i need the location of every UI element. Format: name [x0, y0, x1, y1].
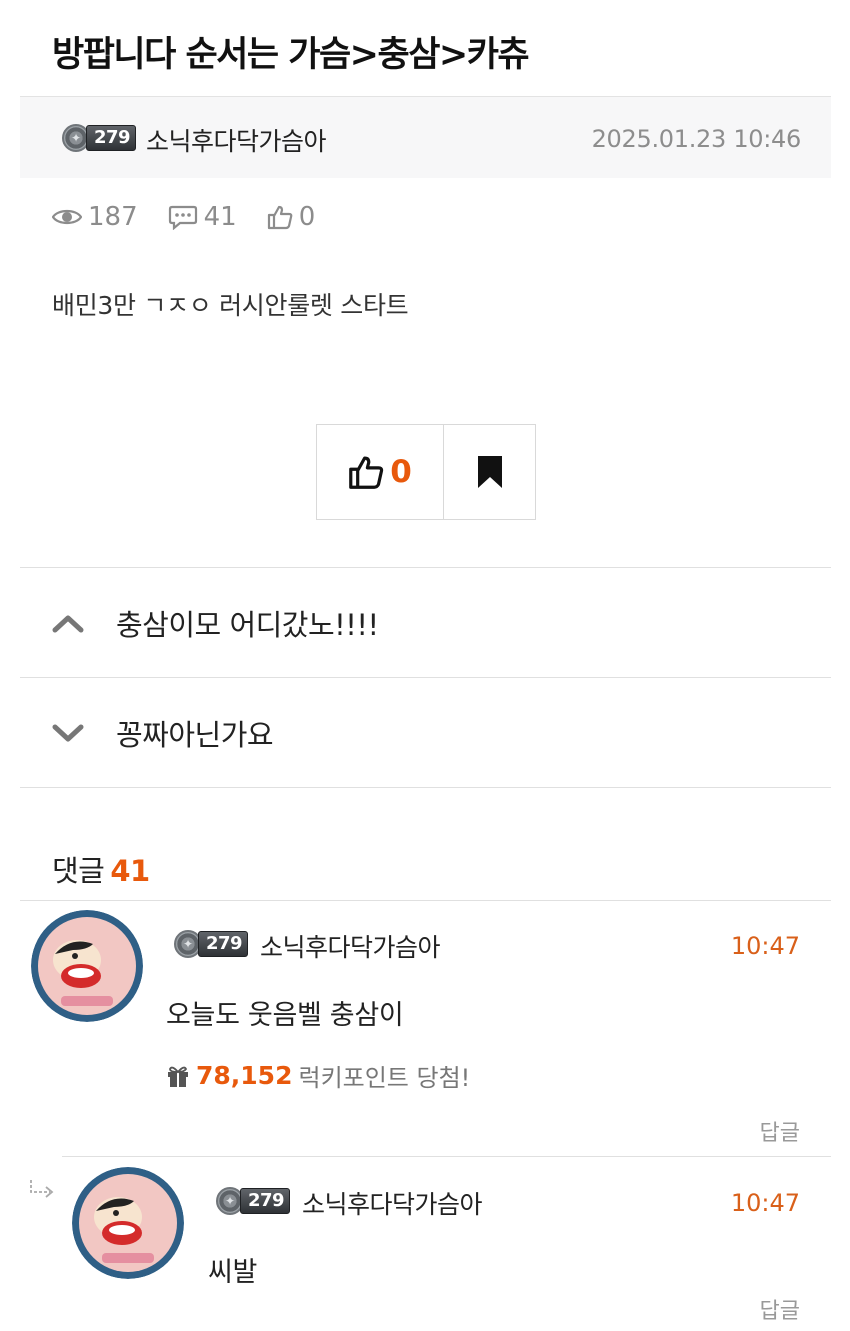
comment-text: 씨발	[208, 1257, 258, 1288]
chevron-down-icon	[52, 724, 84, 742]
comments-count: 41	[203, 202, 237, 232]
comments-header: 댓글 41	[52, 848, 150, 890]
likes-count: 0	[298, 202, 316, 232]
post-actions: 0	[316, 424, 536, 520]
reply-button[interactable]: 답글	[760, 1293, 800, 1325]
likes-stat: 0	[267, 202, 316, 232]
prev-post-title: 충삼이모 어디갔노!!!!	[116, 608, 379, 642]
like-button-count: 0	[390, 454, 412, 490]
level-badge: ✦ 279	[216, 1187, 291, 1215]
comment-time: 10:47	[730, 932, 800, 960]
thumbs-up-icon	[349, 456, 384, 489]
views-count: 187	[88, 202, 138, 232]
comment-item: ✦ 279 소닉후다닥가슴아 10:47 오늘도 웃음벨 충삼이 78,152 …	[0, 900, 850, 1157]
reply-button[interactable]: 답글	[760, 1115, 800, 1147]
level-number: 279	[198, 931, 249, 957]
chevron-up-icon	[52, 615, 84, 633]
lucky-label: 럭키포인트 당첨!	[298, 1064, 471, 1092]
avatar-image	[72, 1167, 184, 1279]
level-badge: ✦ 279	[174, 930, 249, 958]
next-post-link[interactable]: 꽁짜아닌가요	[20, 677, 831, 788]
thumbs-up-icon	[267, 205, 293, 230]
eye-icon	[52, 209, 82, 225]
level-number: 279	[240, 1188, 291, 1214]
next-post-title: 꽁짜아닌가요	[116, 718, 274, 752]
comments-total: 41	[110, 854, 150, 888]
level-number: 279	[86, 125, 137, 151]
lucky-point-notice: 78,152 럭키포인트 당첨!	[166, 1058, 470, 1093]
like-button[interactable]: 0	[317, 425, 444, 519]
lucky-points: 78,152	[196, 1061, 293, 1090]
gift-icon	[168, 1066, 188, 1087]
post-author-name[interactable]: 소닉후다닥가슴아	[146, 122, 327, 158]
post-author-bar: ✦ 279 소닉후다닥가슴아 2025.01.23 10:46	[20, 96, 831, 178]
comment-bubble-icon	[168, 205, 197, 230]
post-body: 배민3만 ㄱㅈㅇ 러시안룰렛 스타트	[52, 291, 409, 320]
comments-stat: 41	[168, 202, 237, 232]
bookmark-button[interactable]	[444, 425, 535, 519]
views-stat: 187	[52, 202, 138, 232]
post-stats: 187 41 0	[52, 202, 345, 232]
bookmark-icon	[477, 456, 502, 488]
comment-time: 10:47	[730, 1189, 800, 1217]
post-title: 방팝니다 순서는 가슴>충삼>카츄	[52, 35, 530, 75]
avatar[interactable]	[31, 910, 143, 1022]
avatar[interactable]	[72, 1167, 184, 1279]
comments-label: 댓글	[52, 854, 105, 888]
comment-author-name[interactable]: 소닉후다닥가슴아	[302, 1185, 483, 1221]
comment-reply-item: ✦ 279 소닉후다닥가슴아 10:47 씨발 답글	[0, 1157, 850, 1331]
level-badge: ✦ 279	[62, 124, 137, 152]
post-date: 2025.01.23 10:46	[591, 125, 802, 153]
avatar-image	[31, 910, 143, 1022]
prev-post-link[interactable]: 충삼이모 어디갔노!!!!	[20, 567, 831, 678]
comment-text: 오늘도 웃음벨 충삼이	[166, 1000, 404, 1031]
comment-author-name[interactable]: 소닉후다닥가슴아	[260, 928, 441, 964]
divider	[20, 787, 831, 788]
